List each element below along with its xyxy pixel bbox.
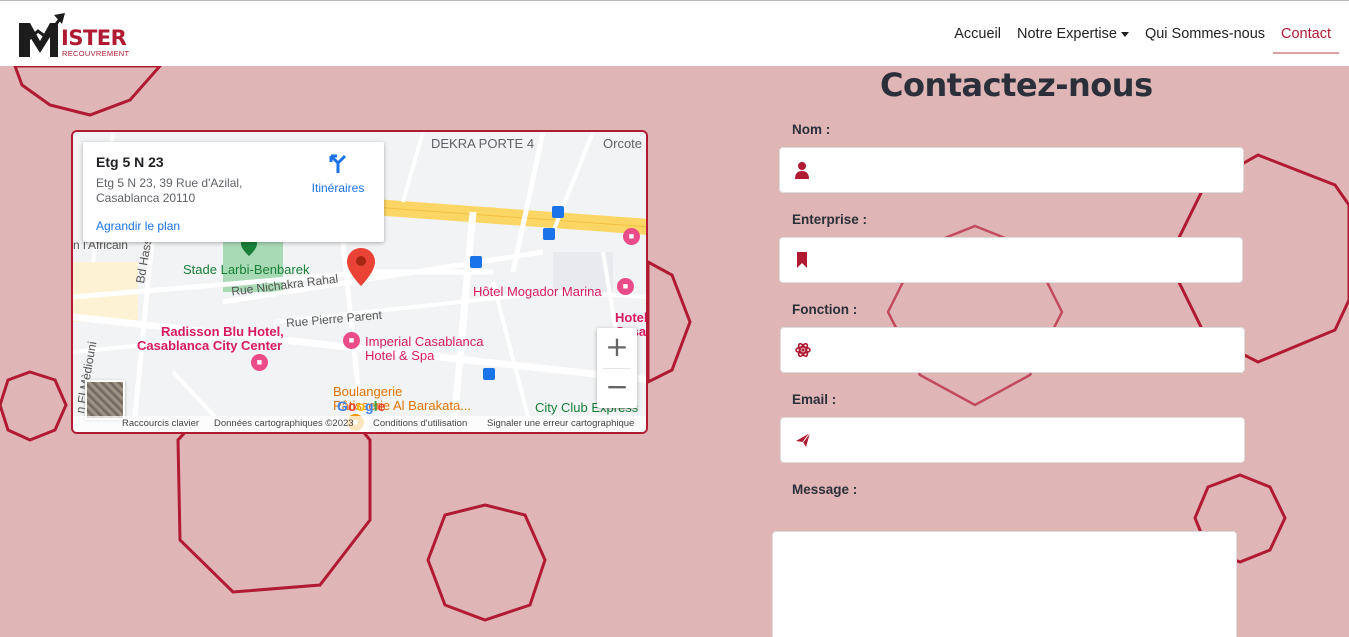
zoom-control: + − [597,328,637,408]
map-label-radisson-2: Casablanca City Center [137,338,283,353]
map-attribution-bar: Raccourcis clavier Données cartographiqu… [73,416,646,432]
nom-input[interactable] [824,156,1233,184]
nav-contact[interactable]: Contact [1273,18,1339,54]
bus-stop-icon[interactable] [483,368,495,380]
enterprise-input[interactable] [824,246,1232,274]
fonction-input[interactable] [825,336,1234,364]
satellite-toggle[interactable] [85,380,125,420]
bus-stop-icon[interactable] [470,256,482,268]
caret-down-icon [1120,31,1129,37]
nav-expertise-label: Notre Expertise [1017,26,1117,42]
map-label-radisson-1: Radisson Blu Hotel, [161,324,284,339]
paper-plane-icon [796,432,811,447]
enterprise-label: Enterprise : [792,212,868,227]
report-error-link[interactable]: Signaler une erreur cartographique [487,418,634,429]
place-address: Etg 5 N 23, 39 Rue d'Azilal, Casablanca … [96,176,243,205]
user-icon [795,162,809,179]
fonction-field[interactable] [780,327,1245,373]
bookmark-icon [797,252,807,268]
nav-notre-expertise[interactable]: Notre Expertise [1017,18,1129,50]
fonction-label: Fonction : [792,302,858,317]
hotel-marker-icon[interactable]: ■ [623,228,640,245]
map-label-hotel-edge: Hotel [615,310,648,325]
bus-stop-icon[interactable] [543,228,555,240]
email-field[interactable] [780,417,1245,463]
brand-logo[interactable]: ISTER RECOUVREMENT [18,11,133,59]
enlarge-map-link[interactable]: Agrandir le plan [96,219,180,233]
nav-qui-sommes-nous[interactable]: Qui Sommes-nous [1145,18,1265,50]
terms-link[interactable]: Conditions d'utilisation [373,418,467,429]
octagon-shape [426,503,547,622]
directions-button[interactable]: Itinéraires [305,152,371,195]
map-label-dekra: DEKRA PORTE 4 [431,136,535,151]
map-label-stade: Stade Larbi-Benbarek [183,262,310,277]
nom-field[interactable] [779,147,1244,193]
logo-wordmark: ISTER [61,26,127,50]
main-nav: Accueil Notre Expertise Qui Sommes-nous … [946,1,1339,67]
octagon-shape [0,370,68,442]
page-title: Contactez-nous [880,66,1153,104]
zoom-out-button[interactable]: − [597,368,637,408]
google-logo: Google [337,398,386,414]
email-input[interactable] [825,426,1234,454]
location-pin-icon[interactable] [347,248,375,286]
nom-label: Nom : [792,122,831,137]
message-textarea[interactable] [772,531,1237,637]
message-label: Message : [792,482,858,497]
nav-accueil[interactable]: Accueil [954,18,1001,50]
atom-icon [795,342,811,358]
map-label-boulangerie-1: Boulangerie [333,384,403,399]
octagon-shape [646,259,692,385]
zoom-in-button[interactable]: + [597,328,637,368]
map-label-mogador: Hôtel Mogador Marina [473,284,602,299]
hotel-marker-icon[interactable]: ■ [251,354,268,371]
map-label-imperial-2: Hotel & Spa [365,348,435,363]
hotel-marker-icon[interactable]: ■ [617,278,634,295]
map-label-orcote: Orcote [603,136,643,151]
directions-icon [329,154,347,173]
directions-label: Itinéraires [311,181,365,195]
google-map-embed[interactable]: DEKRA PORTE 4 Orcote Stade Larbi-Benbare… [71,130,648,434]
keyboard-shortcuts-link[interactable]: Raccourcis clavier [122,418,199,429]
map-data-credit: Données cartographiques ©2023 [214,418,354,429]
enterprise-field[interactable] [779,237,1243,283]
map-label-imperial-1: Imperial Casablanca [365,334,484,349]
logo-subtitle: RECOUVREMENT [62,49,130,58]
email-label: Email : [792,392,837,407]
octagon-shape [12,64,164,117]
bus-stop-icon[interactable] [552,206,564,218]
place-title: Etg 5 N 23 [96,154,164,170]
map-info-card: Etg 5 N 23 Etg 5 N 23, 39 Rue d'Azilal, … [83,142,384,242]
hotel-marker-icon[interactable]: ■ [343,332,360,349]
navbar: ISTER RECOUVREMENT Accueil Notre Experti… [0,0,1349,66]
